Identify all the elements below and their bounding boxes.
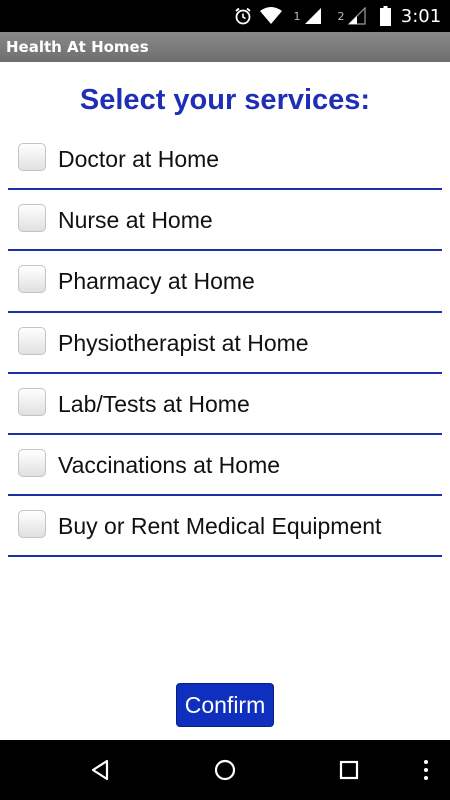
- service-item-physiotherapist[interactable]: Physiotherapist at Home: [0, 313, 450, 374]
- service-label: Vaccinations at Home: [58, 451, 281, 478]
- checkbox[interactable]: [18, 143, 46, 171]
- service-item-nurse[interactable]: Nurse at Home: [0, 190, 450, 252]
- sim2-label: 2: [337, 9, 345, 23]
- status-bar: 1 2 3:01: [0, 0, 450, 32]
- alarm-icon: [232, 0, 254, 32]
- checkbox[interactable]: [18, 204, 46, 233]
- service-label: Physiotherapist at Home: [58, 329, 309, 356]
- app-title: Health At Homes: [6, 38, 149, 56]
- back-icon[interactable]: [84, 754, 116, 786]
- service-label: Buy or Rent Medical Equipment: [58, 513, 382, 540]
- checkbox[interactable]: [18, 265, 46, 294]
- service-item-doctor[interactable]: Doctor at Home: [0, 129, 450, 191]
- service-item-pharmacy[interactable]: Pharmacy at Home: [0, 251, 450, 313]
- signal-sim2-icon: [346, 0, 368, 32]
- service-item-medical-equipment[interactable]: Buy or Rent Medical Equipment: [0, 496, 450, 558]
- service-label: Nurse at Home: [58, 207, 213, 234]
- confirm-button[interactable]: Confirm: [176, 683, 274, 727]
- service-label: Doctor at Home: [58, 146, 220, 172]
- service-label: Lab/Tests at Home: [58, 390, 250, 417]
- more-icon[interactable]: [410, 754, 442, 786]
- checkbox[interactable]: [18, 326, 46, 355]
- signal-sim1-icon: [302, 0, 324, 32]
- recents-icon[interactable]: [333, 754, 365, 786]
- wifi-icon: [258, 0, 284, 32]
- service-item-vaccinations[interactable]: Vaccinations at Home: [0, 435, 450, 497]
- battery-icon: [378, 0, 392, 32]
- navigation-bar: [0, 740, 450, 800]
- service-list: Doctor at Home Nurse at Home Pharmacy at…: [0, 129, 450, 558]
- sim1-label: 1: [293, 9, 301, 23]
- app-title-bar: Health At Homes: [0, 32, 450, 62]
- checkbox[interactable]: [18, 387, 46, 416]
- service-label: Pharmacy at Home: [58, 268, 255, 295]
- page-heading: Select your services:: [79, 84, 371, 116]
- home-icon[interactable]: [209, 754, 241, 786]
- checkbox[interactable]: [18, 448, 46, 477]
- checkbox[interactable]: [18, 510, 46, 539]
- service-item-lab-tests[interactable]: Lab/Tests at Home: [0, 374, 450, 435]
- divider: [8, 555, 442, 558]
- clock-time: 3:01: [400, 5, 442, 27]
